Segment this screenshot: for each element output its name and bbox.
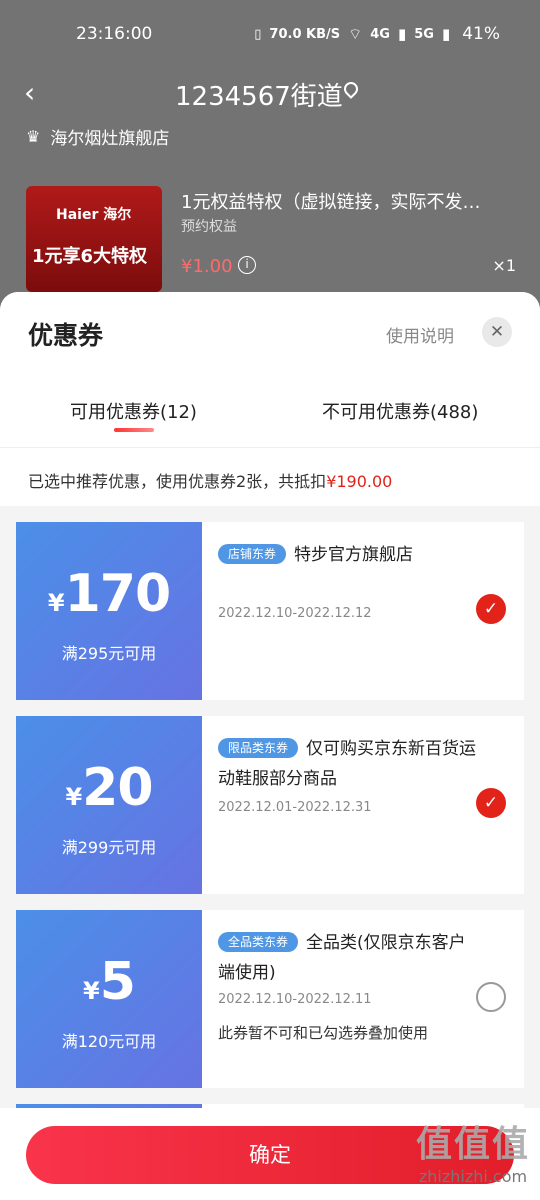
shop-crown-icon: ♛ [26, 127, 41, 146]
coupon-value-panel: ¥5 满120元可用 [12, 910, 202, 1088]
coupon-note: 此券暂不可和已勾选券叠加使用 [218, 1024, 429, 1042]
confirm-bar: 确定 值值值 zhizhizhi.com [0, 1108, 540, 1200]
coupon-tag: 限品类东券 [218, 738, 299, 758]
currency-symbol: ¥ [83, 977, 100, 1005]
coupon-validity: 2022.12.01-2022.12.31 [218, 800, 372, 815]
product-price: ¥1.00 [181, 256, 233, 277]
coupon-tag: 店铺东券 [218, 544, 287, 564]
product-quantity: ×1 [492, 256, 516, 275]
back-arrow-icon[interactable]: ‹ [24, 76, 35, 109]
coupon-tag: 全品类东券 [218, 932, 299, 952]
summary-amount: ¥190.00 [326, 472, 393, 491]
coupon-amount-value: 5 [99, 952, 136, 1012]
shop-row[interactable]: ♛ 海尔烟灶旗舰店 [26, 124, 169, 149]
summary-text: 已选中推荐优惠，使用优惠券2张，共抵扣 [28, 472, 327, 491]
watermark: 值值值 zhizhizhi.com [416, 1115, 530, 1186]
watermark-site: zhizhizhi.com [418, 1167, 528, 1186]
coupon-sheet: 优惠券 使用说明 ✕ 可用优惠券(12) 不可用优惠券(488) 已选中推荐优惠… [0, 292, 540, 1200]
usage-help-link[interactable]: 使用说明 [386, 322, 454, 347]
discount-summary: 已选中推荐优惠，使用优惠券2张，共抵扣¥190.00 [0, 448, 540, 506]
info-icon[interactable]: i [238, 256, 256, 274]
coupon-condition: 满120元可用 [61, 1032, 157, 1051]
checkbox-checked-icon[interactable]: ✓ [476, 788, 506, 818]
coupon-detail-panel: 店铺东券 特步官方旗舰店 2022.12.10-2022.12.12 ✓ [202, 522, 524, 700]
product-title: 1元权益特权（虚拟链接，实际不发… [181, 192, 481, 213]
coupon-name: 全品类东券 全品类(仅限京东客户端使用) [218, 928, 478, 988]
product-image-promo: 1元享6大特权 [32, 246, 148, 267]
signal-bars-icon-2: ▮ [441, 25, 451, 43]
coupon-card[interactable]: ¥170 满295元可用 店铺东券 特步官方旗舰店 2022.12.10-2022… [12, 522, 524, 700]
coupon-card[interactable]: ¥5 满120元可用 全品类东券 全品类(仅限京东客户端使用) 2022.12.1… [12, 910, 524, 1088]
sheet-header: 优惠券 使用说明 ✕ 可用优惠券(12) 不可用优惠券(488) [0, 292, 540, 448]
coupon-validity: 2022.12.10-2022.12.12 [218, 606, 372, 621]
coupon-amount-value: 20 [82, 758, 153, 818]
product-card: Haier 海尔 1元享6大特权 1元权益特权（虚拟链接，实际不发… 预约权益 … [26, 186, 516, 296]
tab-unavailable-coupons[interactable]: 不可用优惠券(488) [322, 398, 478, 424]
coupon-name-text: 特步官方旗舰店 [294, 545, 414, 565]
watermark-logo: 值值值 [415, 1124, 530, 1165]
coupon-detail-panel: 限品类东券 仅可购买京东新百货运动鞋服部分商品 2022.12.01-2022.1… [202, 716, 524, 894]
shop-name: 海尔烟灶旗舰店 [50, 129, 170, 149]
coupon-card[interactable]: ¥20 满299元可用 限品类东券 仅可购买京东新百货运动鞋服部分商品 2022.… [12, 716, 524, 894]
net-speed: 70.0 KB/S [269, 26, 341, 42]
sheet-title: 优惠券 [28, 321, 104, 350]
coupon-condition: 满299元可用 [61, 838, 157, 857]
currency-symbol: ¥ [65, 783, 83, 811]
checkbox-unchecked-icon[interactable] [476, 982, 506, 1012]
coupon-amount-value: 170 [64, 564, 172, 624]
status-time: 23:16:00 [76, 24, 153, 44]
wifi-icon: ⌔ [348, 24, 363, 43]
coupon-condition: 满295元可用 [61, 644, 157, 663]
active-tab-indicator [114, 428, 154, 432]
top-nav: ‹ 1234567街道 [0, 70, 540, 116]
status-bar: 23:16:00 ▯ 70.0 KB/S ⌔ 4G ▮ 5G ▮ 41% [0, 20, 540, 50]
coupon-name: 限品类东券 仅可购买京东新百货运动鞋服部分商品 [218, 734, 478, 794]
coupon-amount: ¥20 [16, 758, 202, 818]
coupon-value-panel: ¥170 满295元可用 [12, 522, 202, 700]
coupon-amount: ¥170 [16, 564, 202, 624]
status-icons: ▯ 70.0 KB/S ⌔ 4G ▮ 5G ▮ 41% [254, 24, 500, 44]
signal-4g: 4G [370, 26, 390, 42]
location-pin-icon [341, 79, 361, 99]
product-subtitle: 预约权益 [181, 219, 237, 235]
battery-level: 41% [462, 24, 500, 44]
coupon-detail-panel: 全品类东券 全品类(仅限京东客户端使用) 2022.12.10-2022.12.1… [202, 910, 524, 1088]
currency-symbol: ¥ [47, 589, 65, 617]
coupon-name: 店铺东券 特步官方旗舰店 [218, 540, 478, 570]
signal-5g: 5G [414, 26, 434, 42]
checkbox-checked-icon[interactable]: ✓ [476, 594, 506, 624]
close-icon[interactable]: ✕ [482, 317, 512, 347]
coupon-validity: 2022.12.10-2022.12.11 [218, 992, 372, 1007]
vibrate-icon: ▯ [254, 26, 262, 42]
address-title[interactable]: 1234567街道 [175, 76, 343, 113]
product-image: Haier 海尔 1元享6大特权 [26, 186, 162, 292]
product-image-brand: Haier 海尔 [56, 207, 132, 223]
coupon-value-panel: ¥20 满299元可用 [12, 716, 202, 894]
coupon-amount: ¥5 [16, 952, 202, 1012]
tab-available-coupons[interactable]: 可用优惠券(12) [70, 398, 197, 424]
signal-bars-icon: ▮ [397, 25, 407, 43]
